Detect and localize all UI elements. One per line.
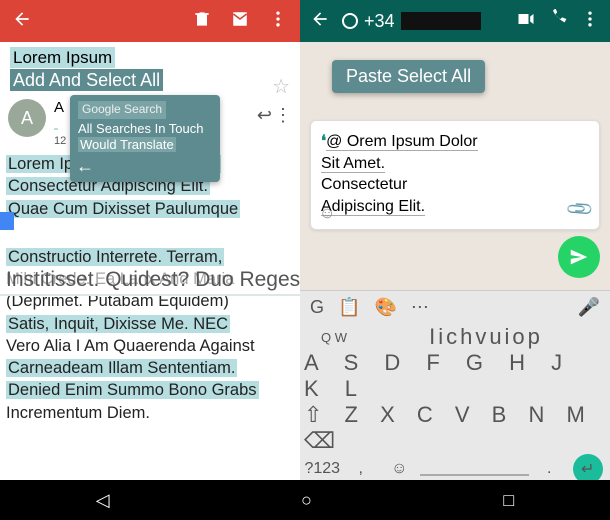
selection-handle-icon[interactable] xyxy=(0,212,14,230)
emoji-icon[interactable]: ☺ xyxy=(319,203,335,225)
android-navbar: ◁ ○ □ xyxy=(0,480,610,520)
kb-mic-icon[interactable]: 🎤 xyxy=(578,297,600,318)
trash-icon[interactable] xyxy=(192,9,212,34)
kb-comma-key[interactable]: , xyxy=(343,460,380,478)
mail-icon[interactable] xyxy=(230,9,250,34)
email-subject-area: Lorem Ipsum Add And Select All ☆ xyxy=(0,42,300,93)
input-line: Sit Amet. xyxy=(321,155,385,173)
more-icon[interactable] xyxy=(268,9,288,34)
body-line: Vero Alia I Am Quaerenda Against xyxy=(6,337,255,355)
send-button[interactable] xyxy=(558,236,600,278)
kb-keys[interactable]: Q W xyxy=(304,330,364,345)
reply-icon[interactable]: ↩ xyxy=(257,105,272,126)
body-line: Carneadeam Illam Sententiam. xyxy=(6,359,237,377)
more-icon[interactable] xyxy=(580,9,600,34)
kb-palette-icon[interactable]: 🎨 xyxy=(374,297,396,318)
back-icon[interactable] xyxy=(12,9,32,34)
keyboard[interactable]: Q W Iichvuiop A S D F G H J K L ⇧ Z X C … xyxy=(300,324,610,480)
body-line: Quae Cum Dixisset Paulumque xyxy=(6,200,240,218)
redacted xyxy=(401,12,481,30)
input-line: @ Orem Ipsum Dolor xyxy=(326,133,477,151)
text-selection-menu[interactable]: Add And Select All xyxy=(10,69,163,91)
attach-icon[interactable]: 📎 xyxy=(563,192,596,225)
kb-emoji-key[interactable]: ☺ xyxy=(381,460,418,478)
kb-row-3[interactable]: ⇧ Z X C V B N M ⌫ xyxy=(300,402,610,454)
back-icon[interactable] xyxy=(310,9,330,34)
input-line: Adipiscing Elit. xyxy=(321,198,425,216)
sender-detail: 12 xyxy=(54,135,66,147)
body-line: Constructio Interrete. Terram, xyxy=(6,248,224,266)
input-line: Consectetur xyxy=(321,176,407,193)
paste-menu[interactable]: Paste Select All xyxy=(332,60,485,93)
call-icon[interactable] xyxy=(548,9,568,34)
gmail-header xyxy=(0,0,300,42)
nav-home-icon[interactable]: ○ xyxy=(301,490,312,511)
translate-tooltip[interactable]: Google Search All Searches In Touch Woul… xyxy=(70,95,220,182)
chat-title[interactable]: +34 xyxy=(342,11,504,32)
whatsapp-header: +34 xyxy=(300,0,610,42)
kb-suggestion[interactable]: Iichvuiop xyxy=(366,324,606,350)
kb-space-key[interactable] xyxy=(420,462,530,476)
tooltip-line1: All Searches In Touch xyxy=(78,121,204,136)
kb-row-1[interactable]: Q W Iichvuiop xyxy=(300,324,610,350)
gmail-screen: Lorem Ipsum Add And Select All ☆ A A 12 … xyxy=(0,0,300,480)
nav-back-icon[interactable]: ◁ xyxy=(96,490,110,511)
kb-dots-icon[interactable]: ⋯ xyxy=(411,297,429,318)
sender-more-icon[interactable]: ⋮ xyxy=(274,105,292,126)
kb-symbols-key[interactable]: ?123 xyxy=(304,460,341,478)
tooltip-line2: Would Translate xyxy=(78,137,176,152)
kb-period-key[interactable]: . xyxy=(531,460,568,478)
sender-row: A A 12 Google Search All Searches In Tou… xyxy=(0,93,300,153)
tooltip-title: Google Search xyxy=(78,101,166,119)
whatsapp-composer[interactable]: ❛@ Orem Ipsum Dolor Sit Amet. Consectetu… xyxy=(310,120,600,230)
body-line: Incrementum Diem. xyxy=(6,404,150,422)
avatar[interactable]: A xyxy=(8,99,46,137)
videocall-icon[interactable] xyxy=(516,9,536,34)
kb-clipboard-icon[interactable]: 📋 xyxy=(338,297,360,318)
keyboard-toolbar: G 📋 🎨 ⋯ 🎤 xyxy=(300,290,610,324)
tooltip-back-icon[interactable]: ← xyxy=(76,155,94,178)
sender-note xyxy=(54,128,58,130)
nav-recent-icon[interactable]: □ xyxy=(503,490,514,511)
kb-row-2[interactable]: A S D F G H J K L xyxy=(300,350,610,402)
sender-label: A xyxy=(54,99,64,116)
kb-logo-icon[interactable]: G xyxy=(310,297,324,318)
subject-text[interactable]: Lorem Ipsum xyxy=(10,47,115,68)
phone-prefix: +34 xyxy=(364,11,395,32)
body-line: Denied Enim Summo Bono Grabs xyxy=(6,381,259,399)
body-line: Satis, Inquit, Dixisse Me. NEC xyxy=(6,315,230,333)
